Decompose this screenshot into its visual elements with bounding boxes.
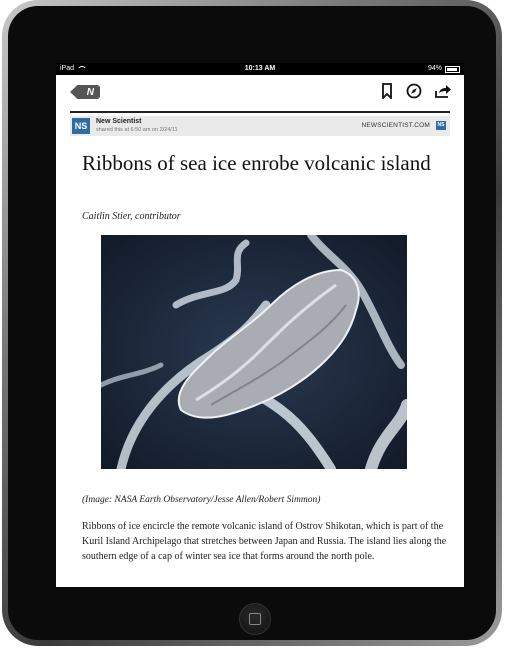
article-byline: Caitlin Stier, contributor bbox=[82, 211, 181, 222]
back-button-label: N bbox=[86, 86, 94, 98]
article-headline: Ribbons of sea ice enrobe volcanic islan… bbox=[82, 151, 431, 175]
sea-ice-island-image bbox=[101, 235, 407, 469]
source-row[interactable]: NS New Scientist shared this at 6:50 am … bbox=[70, 116, 450, 136]
screen: iPad 10:13 AM 94% N NS New Scientist sha… bbox=[56, 63, 464, 587]
article-photo[interactable] bbox=[101, 235, 407, 469]
source-logo-small: NS bbox=[436, 121, 446, 130]
photo-caption: (Image: NASA Earth Observatory/Jesse All… bbox=[82, 495, 321, 505]
status-bar: iPad 10:13 AM 94% bbox=[56, 63, 464, 75]
status-time: 10:13 AM bbox=[244, 65, 276, 72]
battery-percent: 94% bbox=[427, 65, 442, 72]
battery-icon bbox=[445, 65, 460, 73]
bookmark-icon[interactable] bbox=[380, 83, 394, 99]
back-button[interactable]: N bbox=[70, 85, 100, 99]
source-url[interactable]: NEWSCIENTIST.COM bbox=[361, 122, 430, 129]
compass-icon[interactable] bbox=[406, 83, 422, 99]
home-button[interactable] bbox=[239, 603, 271, 635]
toolbar: N bbox=[56, 75, 464, 109]
home-square-icon bbox=[249, 613, 261, 625]
source-name: New Scientist bbox=[96, 118, 142, 125]
source-logo: NS bbox=[72, 118, 90, 134]
toolbar-divider bbox=[70, 111, 450, 113]
share-icon[interactable] bbox=[434, 83, 452, 99]
article-body: Ribbons of ice encircle the remote volca… bbox=[82, 521, 447, 562]
source-meta: shared this at 6:50 am on 2/24/11 bbox=[96, 127, 178, 133]
